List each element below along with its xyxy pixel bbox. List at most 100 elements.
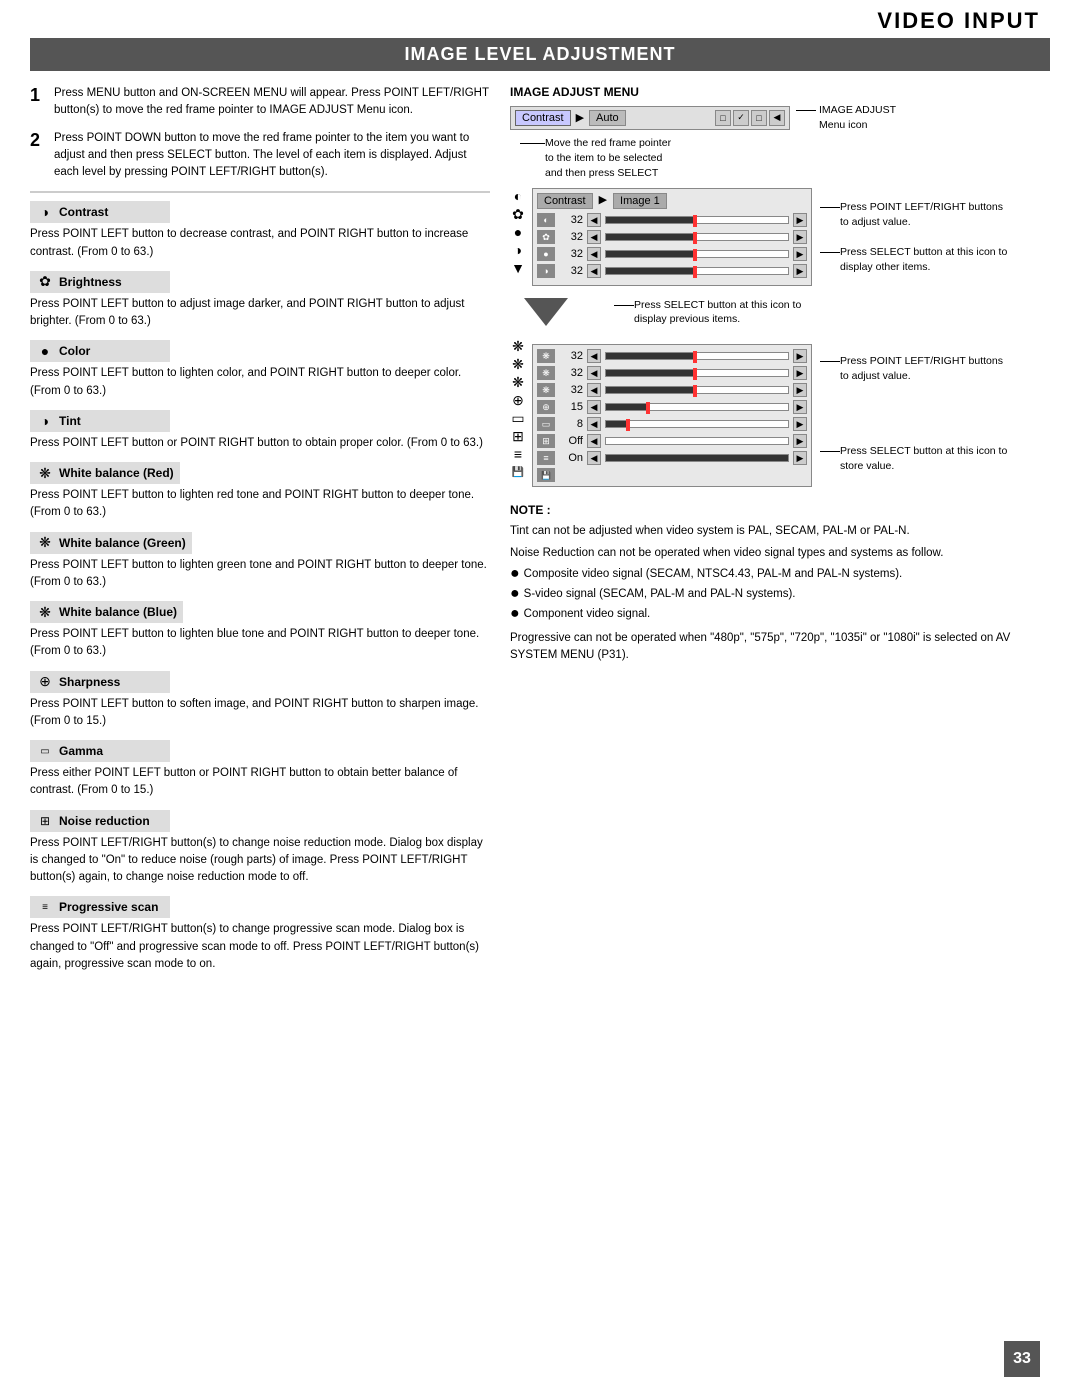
row-icon-1: ✿ (537, 230, 555, 244)
row-value-b6: On (559, 452, 583, 464)
nav-icon-b2[interactable]: ❋ (510, 356, 526, 372)
nav-icon-5[interactable]: ▼ (510, 260, 526, 276)
item-progressive-scan: ≡ Progressive scan Press POINT LEFT/RIGH… (30, 896, 490, 973)
item-brightness: ✿ Brightness Press POINT LEFT button to … (30, 271, 490, 331)
menu-contrast-tab[interactable]: Contrast (515, 110, 571, 126)
tint-icon: ◑ (36, 412, 54, 430)
right-column: IMAGE ADJUST MENU Contrast ▶ Auto □ ✓ □ … (510, 85, 1050, 983)
menu-btn-4[interactable]: ◀ (769, 110, 785, 126)
white-green-label: White balance (Green) (59, 536, 186, 550)
page-header: VIDEO INPUT (0, 0, 1080, 38)
row-bar-b4 (605, 420, 789, 428)
row-value-b0: 32 (559, 350, 583, 362)
store-icon[interactable]: 💾 (537, 468, 555, 482)
row-dec-b0[interactable]: ◀ (587, 349, 601, 363)
row-value-b1: 32 (559, 367, 583, 379)
row-value-b5: Off (559, 435, 583, 447)
row-value-1: 32 (559, 231, 583, 243)
bullet-dot-0: ● (510, 566, 520, 583)
adjust-row-b1: ❋ 32 ◀ ▶ (537, 366, 807, 380)
nav-icon-b8[interactable]: 💾 (510, 464, 526, 480)
adjust-row-1: ✿ 32 ◀ ▶ (537, 230, 807, 244)
row-dec-btn-3[interactable]: ◀ (587, 264, 601, 278)
row-dec-b5[interactable]: ◀ (587, 434, 601, 448)
adjust-row-2: ● 32 ◀ ▶ (537, 247, 807, 261)
row-dec-btn-2[interactable]: ◀ (587, 247, 601, 261)
bullet-1: ● S-video signal (SECAM, PAL-M and PAL-N… (510, 586, 1050, 603)
callout-select-next: Press SELECT button at this icon to disp… (840, 245, 1007, 274)
adjust-row-0: ◐ 32 ◀ ▶ (537, 213, 807, 227)
row-inc-b4[interactable]: ▶ (793, 417, 807, 431)
row-dec-b2[interactable]: ◀ (587, 383, 601, 397)
white-blue-label: White balance (Blue) (59, 605, 177, 619)
row-icon-2: ● (537, 247, 555, 261)
item-gamma: ▭ Gamma Press either POINT LEFT button o… (30, 740, 490, 800)
menu-auto-tab[interactable]: Auto (589, 110, 626, 126)
nav-icon-4[interactable]: ◑ (510, 242, 526, 258)
white-blue-icon: ❋ (36, 603, 54, 621)
row-dec-b4[interactable]: ◀ (587, 417, 601, 431)
row-inc-btn-2[interactable]: ▶ (793, 247, 807, 261)
bottom-adjust-panel: ❋ 32 ◀ ▶ ❋ 32 ◀ (532, 344, 812, 487)
section-title: IMAGE LEVEL ADJUSTMENT (30, 38, 1050, 71)
item-noise-reduction: ⊞ Noise reduction Press POINT LEFT/RIGHT… (30, 810, 490, 887)
row-value-2: 32 (559, 248, 583, 260)
nav-icon-2[interactable]: ✿ (510, 206, 526, 222)
row-dec-b1[interactable]: ◀ (587, 366, 601, 380)
row-dec-btn-0[interactable]: ◀ (587, 213, 601, 227)
callout-store: Press SELECT button at this icon to stor… (840, 444, 1007, 473)
note-section: NOTE : Tint can not be adjusted when vid… (510, 501, 1050, 664)
adjust-row-3: ◑ 32 ◀ ▶ (537, 264, 807, 278)
bullet-text-0: Composite video signal (SECAM, NTSC4.43,… (524, 566, 903, 583)
adjust-row-b6: ≡ On ◀ ▶ (537, 451, 807, 465)
row-inc-b6[interactable]: ▶ (793, 451, 807, 465)
row-dec-btn-1[interactable]: ◀ (587, 230, 601, 244)
row-inc-b3[interactable]: ▶ (793, 400, 807, 414)
adjust-row-b4: ▭ 8 ◀ ▶ (537, 417, 807, 431)
row-inc-b2[interactable]: ▶ (793, 383, 807, 397)
progressive-note: Progressive can not be operated when "48… (510, 630, 1050, 665)
nav-icon-b7[interactable]: ≡ (510, 446, 526, 462)
callout-select-item: Move the red frame pointer to the item t… (545, 136, 671, 180)
row-inc-b5[interactable]: ▶ (793, 434, 807, 448)
brightness-icon: ✿ (36, 273, 54, 291)
step-1-number: 1 (30, 85, 48, 107)
progressive-scan-label: Progressive scan (59, 900, 158, 914)
menu-btn-3[interactable]: □ (751, 110, 767, 126)
row-inc-btn-0[interactable]: ▶ (793, 213, 807, 227)
nav-icon-1[interactable]: ◐ (510, 188, 526, 204)
row-dec-b3[interactable]: ◀ (587, 400, 601, 414)
menu-btn-1[interactable]: □ (715, 110, 731, 126)
tint-desc: Press POINT LEFT button or POINT RIGHT b… (30, 435, 490, 452)
row-inc-btn-1[interactable]: ▶ (793, 230, 807, 244)
row-bar-0 (605, 216, 789, 224)
tint-label: Tint (59, 414, 81, 428)
row-value-b3: 15 (559, 401, 583, 413)
gamma-label: Gamma (59, 744, 103, 758)
contrast-icon: ◑ (36, 203, 54, 221)
color-desc: Press POINT LEFT button to lighten color… (30, 365, 490, 400)
row-inc-btn-3[interactable]: ▶ (793, 264, 807, 278)
nav-icon-3[interactable]: ● (510, 224, 526, 240)
nav-icon-b6[interactable]: ⊞ (510, 428, 526, 444)
nav-icon-b4[interactable]: ⊕ (510, 392, 526, 408)
nav-icon-b1[interactable]: ❋ (510, 338, 526, 354)
row-dec-b6[interactable]: ◀ (587, 451, 601, 465)
row-inc-b1[interactable]: ▶ (793, 366, 807, 380)
nav-icon-b5[interactable]: ▭ (510, 410, 526, 426)
item-sharpness: ⊕ Sharpness Press POINT LEFT button to s… (30, 671, 490, 731)
sharpness-desc: Press POINT LEFT button to soften image,… (30, 696, 490, 731)
step-1: 1 Press MENU button and ON-SCREEN MENU w… (30, 85, 490, 120)
menu-btn-2[interactable]: ✓ (733, 110, 749, 126)
image-adjust-icon-label: IMAGE ADJUST Menu icon (819, 103, 896, 132)
row-value-b2: 32 (559, 384, 583, 396)
brightness-desc: Press POINT LEFT button to adjust image … (30, 296, 490, 331)
bullet-text-1: S-video signal (SECAM, PAL-M and PAL-N s… (524, 586, 796, 603)
white-blue-desc: Press POINT LEFT button to lighten blue … (30, 626, 490, 661)
contrast-label: Contrast (59, 205, 108, 219)
nav-icon-b3[interactable]: ❋ (510, 374, 526, 390)
item-white-red: ❋ White balance (Red) Press POINT LEFT b… (30, 462, 490, 522)
adjust-row-b2: ❋ 32 ◀ ▶ (537, 383, 807, 397)
row-bar-2 (605, 250, 789, 258)
row-inc-b0[interactable]: ▶ (793, 349, 807, 363)
